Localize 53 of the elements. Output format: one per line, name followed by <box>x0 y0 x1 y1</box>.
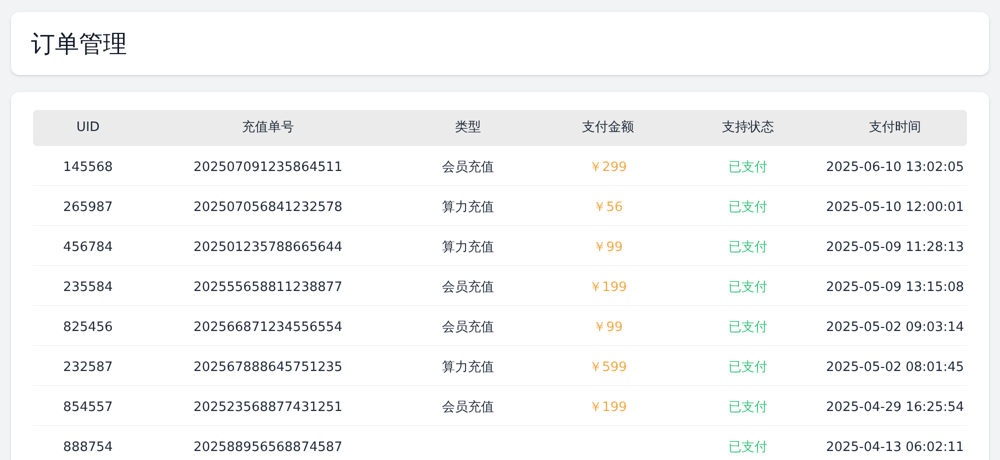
type-cell: 会员充值 <box>442 280 494 294</box>
order-number-cell: 202507056841232578 <box>194 200 342 214</box>
uid-cell: 265987 <box>63 200 113 214</box>
column-header: 支付金额 <box>581 119 635 138</box>
column-header: 类型 <box>454 119 482 138</box>
time-cell: 2025-05-09 11:28:13 <box>826 240 964 254</box>
amount-cell: ￥199 <box>589 400 627 414</box>
status-cell: 已支付 <box>728 160 768 174</box>
amount-cell: ￥99 <box>593 320 623 334</box>
time-cell: 2025-04-13 06:02:11 <box>826 440 964 454</box>
uid-cell: 854557 <box>63 400 113 414</box>
amount-cell: ￥299 <box>589 160 627 174</box>
type-cell: 会员充值 <box>442 400 494 414</box>
column-header: 充值单号 <box>241 119 295 138</box>
order-number-cell: 202566871234556554 <box>194 320 342 334</box>
time-cell: 2025-05-02 09:03:14 <box>826 320 964 334</box>
status-cell: 已支付 <box>728 240 768 254</box>
order-number-cell: 202588956568874587 <box>194 440 342 454</box>
status-cell: 已支付 <box>728 280 768 294</box>
amount-cell: ￥99 <box>593 240 623 254</box>
column-header: 支持状态 <box>721 119 775 138</box>
amount-cell: ￥56 <box>593 200 623 214</box>
order-number-cell: 202555658811238877 <box>194 280 342 294</box>
time-cell: 2025-05-09 13:15:08 <box>826 280 964 294</box>
uid-cell: 888754 <box>63 440 113 454</box>
time-cell: 2025-06-10 13:02:05 <box>826 160 964 174</box>
uid-cell: 456784 <box>63 240 113 254</box>
time-cell: 2025-05-02 08:01:45 <box>826 360 964 374</box>
column-header: 支付时间 <box>868 119 922 138</box>
status-cell: 已支付 <box>728 320 768 334</box>
order-number-cell: 202501235788665644 <box>194 240 342 254</box>
uid-cell: 232587 <box>63 360 113 374</box>
amount-cell: ￥199 <box>589 280 627 294</box>
type-cell: 会员充值 <box>442 160 494 174</box>
amount-cell: ￥599 <box>589 360 627 374</box>
order-number-cell: 202507091235864511 <box>194 160 342 174</box>
type-cell: 算力充值 <box>442 360 494 374</box>
time-cell: 2025-04-29 16:25:54 <box>826 400 964 414</box>
status-cell: 已支付 <box>728 360 768 374</box>
order-number-cell: 202523568877431251 <box>194 400 342 414</box>
column-header: UID <box>75 119 101 138</box>
status-cell: 已支付 <box>728 440 768 454</box>
type-cell: 会员充值 <box>442 320 494 334</box>
page-title: 订单管理 <box>31 28 127 60</box>
status-cell: 已支付 <box>728 400 768 414</box>
uid-cell: 235584 <box>63 280 113 294</box>
uid-cell: 145568 <box>63 160 113 174</box>
type-cell: 算力充值 <box>442 240 494 254</box>
time-cell: 2025-05-10 12:00:01 <box>826 200 964 214</box>
order-number-cell: 202567888645751235 <box>194 360 342 374</box>
uid-cell: 825456 <box>63 320 113 334</box>
type-cell: 算力充值 <box>442 200 494 214</box>
status-cell: 已支付 <box>728 200 768 214</box>
